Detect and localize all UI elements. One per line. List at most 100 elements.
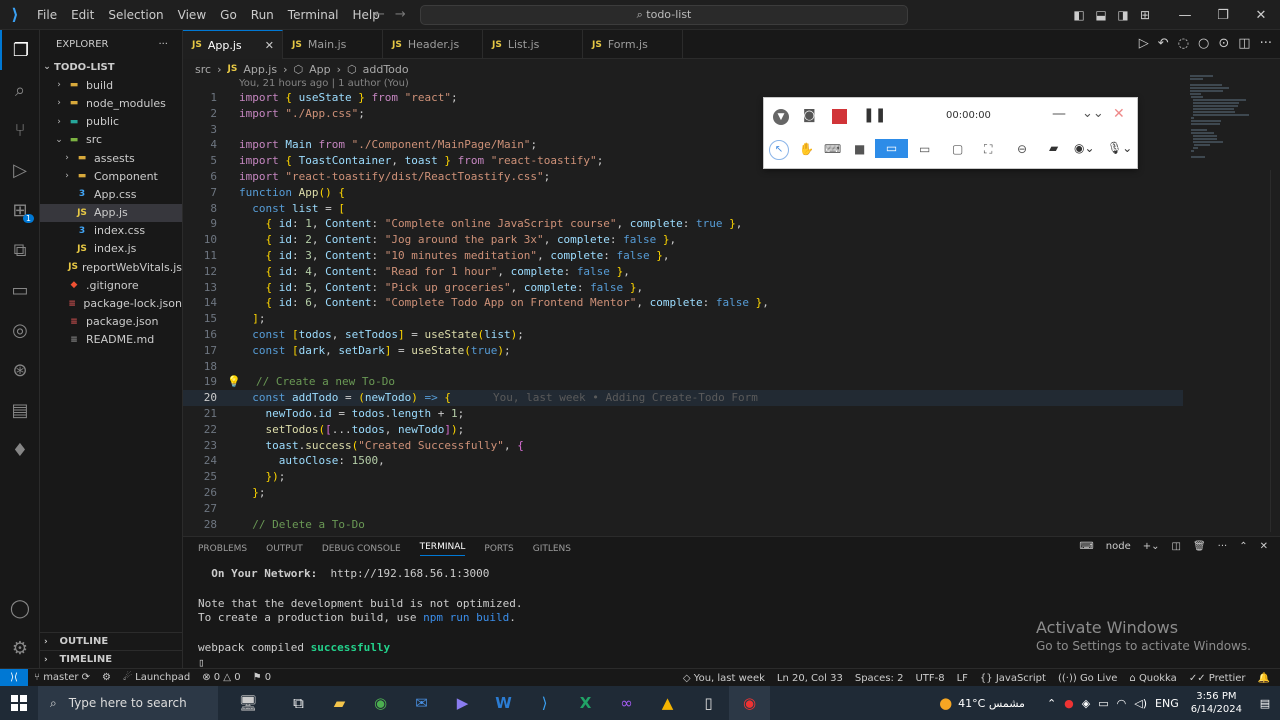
tab-main-js[interactable]: JS Main.js (283, 30, 383, 59)
file-explorer-icon[interactable]: ▰ (319, 686, 360, 720)
minimize-recorder-icon[interactable]: — (1052, 106, 1066, 122)
editor-scrollbar[interactable] (1270, 170, 1280, 532)
source-control-icon[interactable]: ⑂ (0, 110, 40, 150)
code-line[interactable]: 27 (183, 501, 1183, 517)
notification-center-icon[interactable]: ▤ (1250, 697, 1280, 710)
tree-item-reportwebvitals-js[interactable]: JS reportWebVitals.js (40, 258, 182, 276)
quokka-item[interactable]: ⌂ Quokka (1123, 673, 1182, 684)
camera-icon[interactable]: ◙ (803, 108, 816, 123)
tree-item-package-json[interactable]: ≡ package.json (40, 313, 182, 331)
toggle-secondary-sidebar-icon[interactable]: ◨ (1112, 8, 1134, 22)
vscode-taskbar-icon[interactable]: ⟩ (524, 686, 565, 720)
weather-icon[interactable]: ● (939, 694, 952, 712)
panel-tab-terminal[interactable]: TERMINAL (419, 542, 466, 556)
branch-item[interactable]: ⑂ master ⟳ (28, 672, 96, 683)
close-panel-icon[interactable]: ✕ (1260, 541, 1268, 552)
show-hidden-icons-icon[interactable]: ⌃ (1047, 697, 1056, 710)
toggle-sidebar-icon[interactable]: ◧ (1068, 8, 1090, 22)
code-line[interactable]: 12 { id: 4, Content: "Read for 1 hour", … (183, 264, 1183, 280)
code-line[interactable]: 22 setTodos([...todos, newTodo]); (183, 422, 1183, 438)
menu-terminal[interactable]: Terminal (281, 0, 346, 30)
command-center-search[interactable]: ⌕ todo-list (420, 5, 908, 25)
minimap[interactable] (1190, 74, 1250, 164)
dropdown-icon[interactable]: ▼ (773, 109, 789, 125)
tree-item-app-js[interactable]: JS App.js (40, 203, 182, 222)
run-debug-icon[interactable]: ▷ (0, 150, 40, 190)
collapse-recorder-icon[interactable]: ⌄⌄ (1082, 106, 1104, 121)
screen-recorder-icon[interactable]: ◉ (729, 686, 770, 720)
terminal-shell-label[interactable]: node (1106, 541, 1131, 552)
browser-preview-icon[interactable]: ▤ (0, 390, 40, 430)
tree-item-index-js[interactable]: JS index.js (40, 240, 182, 258)
hand-tool-icon[interactable]: ✋ (799, 142, 814, 156)
codelens-author[interactable]: You, 21 hours ago | 1 author (You) (239, 78, 409, 89)
breadcrumb-folder[interactable]: src (195, 63, 211, 76)
keyboard-tool-icon[interactable]: ⌨ (824, 142, 841, 156)
timeline-section[interactable]: › TIMELINE (40, 650, 183, 668)
full-screen-mode-icon[interactable]: ▭ (875, 139, 908, 158)
code-line[interactable]: 18 (183, 359, 1183, 375)
end-of-line[interactable]: LF (951, 673, 974, 684)
close-recorder-icon[interactable]: ✕ (1113, 106, 1125, 122)
notepad-icon[interactable]: ▯ (688, 686, 729, 720)
tab-header-js[interactable]: JS Header.js (383, 30, 483, 59)
notifications-bell-icon[interactable]: 🔔 (1252, 673, 1276, 684)
tree-item-app-css[interactable]: 3 App.css (40, 185, 182, 203)
breadcrumb-function[interactable]: addTodo (363, 63, 409, 76)
code-line[interactable]: 8 const list = [ (183, 201, 1183, 217)
volume-icon[interactable]: ◁) (1134, 697, 1147, 710)
previous-change-icon[interactable]: ◌ (1178, 36, 1189, 51)
battery-icon[interactable]: ▭ (1098, 697, 1108, 710)
blame-item[interactable]: ◇ You, last week (677, 673, 771, 684)
menu-file[interactable]: File (30, 0, 64, 30)
tree-root[interactable]: ⌄ TODO-LIST (40, 58, 182, 76)
tree-item--gitignore[interactable]: ◆ .gitignore (40, 276, 182, 294)
weather-label[interactable]: مشمس (989, 697, 1025, 710)
gitlens-status-icon[interactable]: ⚙ (96, 672, 117, 683)
start-button[interactable] (0, 686, 38, 720)
tree-item-public[interactable]: › ▬ public (40, 113, 182, 131)
terminal-output[interactable]: On Your Network: http://192.168.56.1:300… (198, 567, 523, 671)
minimize-icon[interactable]: — (1166, 8, 1204, 23)
region-mode-icon[interactable]: ⛶ (984, 142, 992, 157)
open-changes-icon[interactable]: ↶ (1158, 36, 1169, 51)
tree-item-assests[interactable]: › ▬ assests (40, 149, 182, 167)
code-line[interactable]: 15 ]; (183, 311, 1183, 327)
account-icon[interactable]: ◯ (0, 588, 40, 628)
toggle-panel-icon[interactable]: ⬓ (1090, 8, 1112, 22)
google-drive-icon[interactable]: ▲ (647, 686, 688, 720)
go-live-item[interactable]: ((·)) Go Live (1052, 673, 1123, 684)
task-view-icon[interactable]: ⧉ (278, 686, 319, 720)
code-line[interactable]: 7 function App() { (183, 185, 1183, 201)
launchpad-item[interactable]: ☄ Launchpad (117, 672, 196, 683)
tree-item-component[interactable]: › ▬ Component (40, 167, 182, 185)
gitlens-inspect-icon[interactable]: ⊙ (1218, 36, 1229, 51)
tree-item-node-modules[interactable]: › ▬ node_modules (40, 94, 182, 112)
code-line[interactable]: 28 // Delete a To-Do (183, 517, 1183, 532)
tab-form-js[interactable]: JS Form.js (583, 30, 683, 59)
pointer-tool-icon[interactable]: ↖ (769, 140, 789, 160)
window-mode-icon[interactable]: ▢ (952, 142, 963, 156)
weather-temp[interactable]: 41°C (958, 697, 985, 710)
prettier-item[interactable]: ✓✓ Prettier (1183, 673, 1252, 684)
ports-item[interactable]: ⚑ 0 (247, 672, 278, 683)
keyboard-language[interactable]: ENG (1155, 697, 1179, 710)
microphone-icon[interactable]: 🎙⌄ (1107, 141, 1132, 155)
pause-icon[interactable]: ❚❚ (863, 107, 886, 123)
link-icon[interactable]: ⊖ (1017, 142, 1027, 156)
code-line[interactable]: 14 { id: 6, Content: "Complete Todo App … (183, 295, 1183, 311)
panel-tab-problems[interactable]: PROBLEMS (198, 544, 247, 554)
code-line[interactable]: 24 autoClose: 1500, (183, 453, 1183, 469)
cursor-position[interactable]: Ln 20, Col 33 (771, 673, 849, 684)
more-actions-icon[interactable]: ··· (1260, 36, 1272, 51)
mongodb-leaf-icon[interactable]: ♦ (0, 430, 40, 470)
remote-indicator-icon[interactable]: ⟩⟨ (0, 668, 28, 687)
close-window-icon[interactable]: ✕ (1242, 8, 1280, 23)
menu-view[interactable]: View (171, 0, 213, 30)
run-icon[interactable]: ▷ (1139, 36, 1149, 51)
explorer-icon[interactable]: ❐ (0, 30, 40, 70)
menu-run[interactable]: Run (244, 0, 281, 30)
excel-icon[interactable]: X (565, 686, 606, 720)
more-actions-icon[interactable]: ··· (158, 39, 168, 50)
settings-gear-icon[interactable]: ⚙ (0, 628, 40, 668)
